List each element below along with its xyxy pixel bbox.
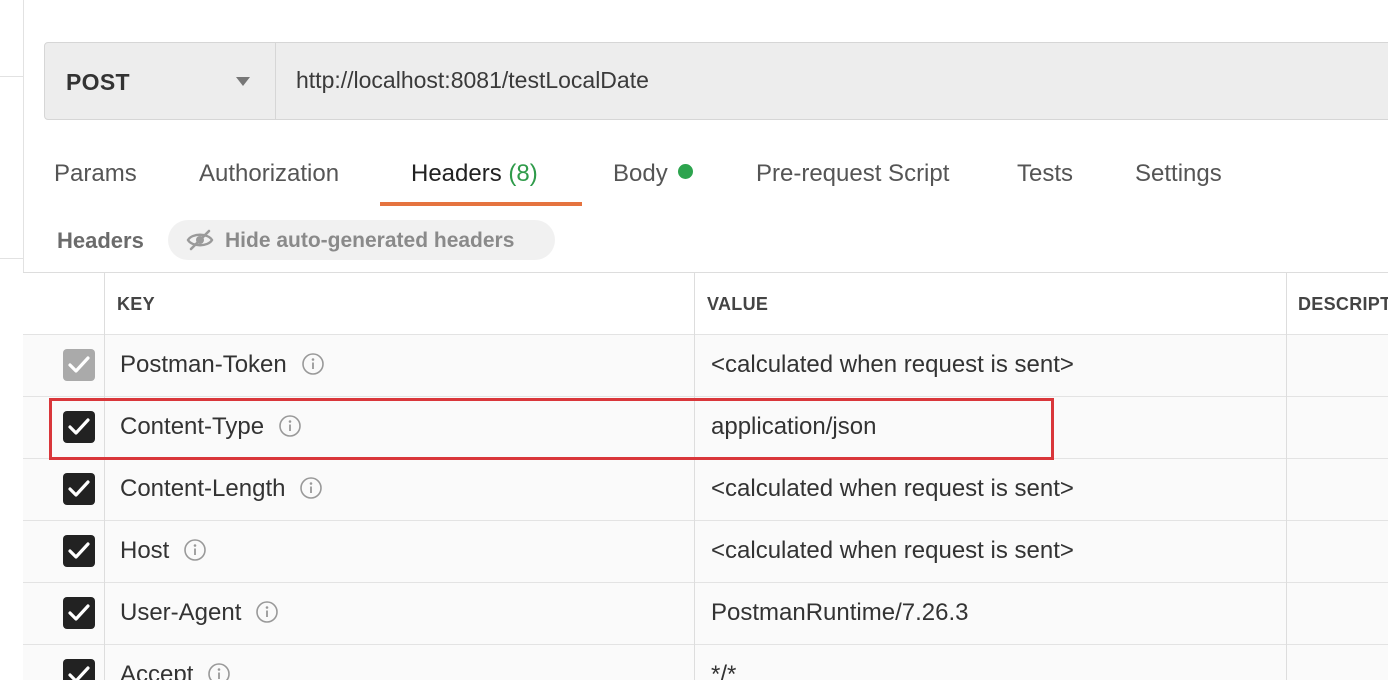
table-row: Host <calculated when request is sent> <box>23 521 1388 583</box>
tab-label: Settings <box>1135 160 1222 187</box>
tab-label: Pre-request Script <box>756 160 950 187</box>
tab-body[interactable]: Body <box>613 160 693 188</box>
green-dot-icon <box>677 164 693 179</box>
method-select[interactable]: POST <box>45 43 276 119</box>
header-count-badge: (8) <box>508 160 538 187</box>
info-icon[interactable] <box>299 476 323 500</box>
tab-label: Tests <box>1017 160 1074 187</box>
info-icon[interactable] <box>183 538 207 562</box>
header-key-label: Postman-Token <box>120 351 287 378</box>
header-key-label: Accept <box>120 661 194 680</box>
column-divider <box>694 273 695 680</box>
table-row: User-Agent PostmanRuntime/7.26.3 <box>23 583 1388 645</box>
column-divider <box>1286 273 1287 680</box>
tab-label: Headers <box>411 160 502 187</box>
eye-slash-icon <box>186 229 214 251</box>
url-input[interactable]: http://localhost:8081/testLocalDate <box>296 67 649 94</box>
header-key-label: User-Agent <box>120 599 242 626</box>
header-key-label: Content-Length <box>120 475 286 502</box>
header-value[interactable]: application/json <box>711 413 876 441</box>
info-icon[interactable] <box>255 600 279 624</box>
tab-headers[interactable]: Headers (8) <box>411 160 538 188</box>
tab-params[interactable]: Params <box>54 160 137 188</box>
info-icon[interactable] <box>301 352 325 376</box>
chevron-down-icon <box>236 77 250 86</box>
check-icon <box>68 418 90 435</box>
header-value[interactable]: <calculated when request is sent> <box>711 351 1074 379</box>
hide-auto-generated-label: Hide auto-generated headers <box>225 229 515 252</box>
postman-request-view: POST http://localhost:8081/testLocalDate… <box>0 0 1388 680</box>
tab-label: Params <box>54 160 137 187</box>
check-icon <box>68 480 90 497</box>
row-checkbox[interactable] <box>63 473 95 505</box>
tab-label: Body <box>613 160 668 187</box>
table-row: Postman-Token <calculated when request i… <box>23 335 1388 397</box>
tab-tests[interactable]: Tests <box>1017 160 1073 188</box>
method-label: POST <box>66 69 130 95</box>
check-icon <box>68 604 90 621</box>
divider <box>0 258 23 259</box>
header-key-label: Content-Type <box>120 413 265 440</box>
header-key[interactable]: Accept <box>120 661 231 680</box>
tab-label: Authorization <box>199 160 340 187</box>
column-header-key: KEY <box>117 294 155 314</box>
info-icon[interactable] <box>207 662 231 680</box>
column-header-value: VALUE <box>707 294 769 314</box>
table-row: Accept */* <box>23 645 1388 680</box>
tab-pre-request-script[interactable]: Pre-request Script <box>756 160 949 188</box>
row-checkbox[interactable] <box>63 659 95 680</box>
request-tabs: Params Authorization Headers (8) Body Pr… <box>0 150 1388 210</box>
headers-table: KEY VALUE DESCRIPT Postman-Token <calcul… <box>23 272 1388 680</box>
column-divider <box>104 273 105 680</box>
active-tab-indicator <box>380 202 582 206</box>
header-value[interactable]: PostmanRuntime/7.26.3 <box>711 599 968 627</box>
sidebar-edge <box>0 0 24 680</box>
row-checkbox[interactable] <box>63 597 95 629</box>
row-checkbox[interactable] <box>63 535 95 567</box>
row-checkbox[interactable] <box>63 411 95 443</box>
table-row: Content-Length <calculated when request … <box>23 459 1388 521</box>
header-key[interactable]: Content-Type <box>120 413 302 441</box>
check-icon <box>68 666 90 680</box>
header-value[interactable]: */* <box>711 661 736 680</box>
divider <box>0 76 23 77</box>
header-value[interactable]: <calculated when request is sent> <box>711 537 1074 565</box>
table-header-row: KEY VALUE DESCRIPT <box>23 273 1388 335</box>
header-key-label: Host <box>120 537 170 564</box>
row-checkbox[interactable] <box>63 349 95 381</box>
column-header-description: DESCRIPT <box>1298 294 1388 314</box>
headers-section-title: Headers <box>57 228 144 253</box>
check-icon <box>68 542 90 559</box>
tab-settings[interactable]: Settings <box>1135 160 1222 188</box>
hide-auto-generated-headers-button[interactable]: Hide auto-generated headers <box>168 220 555 260</box>
header-value[interactable]: <calculated when request is sent> <box>711 475 1074 503</box>
header-key[interactable]: Postman-Token <box>120 351 325 379</box>
header-key[interactable]: Host <box>120 537 207 565</box>
header-key[interactable]: User-Agent <box>120 599 279 627</box>
table-row: Content-Type application/json <box>23 397 1388 459</box>
request-url-bar: POST http://localhost:8081/testLocalDate <box>44 42 1388 120</box>
info-icon[interactable] <box>278 414 302 438</box>
tab-authorization[interactable]: Authorization <box>199 160 339 188</box>
check-icon <box>68 356 90 373</box>
header-key[interactable]: Content-Length <box>120 475 323 503</box>
